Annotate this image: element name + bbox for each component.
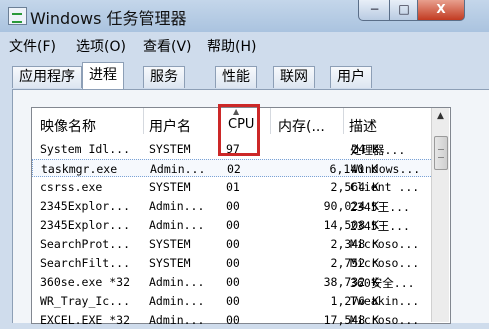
table-row[interactable]: SearchFilt... SYSTEM 00 2,752 K Microso... xyxy=(32,254,449,272)
process-name: SearchFilt... xyxy=(40,256,131,270)
menu-bar: 文件(F) 选项(O) 查看(V) 帮助(H) xyxy=(0,32,489,56)
column-divider[interactable] xyxy=(143,108,144,134)
process-cpu: 00 xyxy=(226,218,240,232)
process-cpu: 00 xyxy=(226,313,240,327)
process-user: Admin... xyxy=(149,313,205,327)
column-divider[interactable] xyxy=(343,108,344,134)
process-description: 2345王... xyxy=(350,219,410,233)
cpu-highlight-box xyxy=(218,104,260,156)
grip-icon xyxy=(438,149,444,158)
process-user: SYSTEM xyxy=(149,142,191,156)
process-name: WR_Tray_Ic... xyxy=(40,294,131,308)
table-row[interactable]: SearchProt... SYSTEM 00 2,348 K Microso... xyxy=(32,235,449,253)
process-user: Admin... xyxy=(149,294,205,308)
process-description: 处理器... xyxy=(350,143,406,157)
process-description: Microso... xyxy=(350,237,420,251)
process-user: Admin... xyxy=(149,275,205,289)
tab-performance[interactable]: 性能 xyxy=(215,66,257,88)
column-header-user-name[interactable]: 用户名 xyxy=(149,116,191,136)
menu-view[interactable]: 查看(V) xyxy=(143,36,192,56)
process-name: taskmgr.exe xyxy=(41,162,118,176)
process-name: csrss.exe xyxy=(40,180,103,194)
tab-applications[interactable]: 应用程序 xyxy=(12,66,82,88)
table-row[interactable]: WR_Tray_Ic... Admin... 00 1,276 K Tweakin... xyxy=(32,292,449,310)
table-row[interactable]: EXCEL.EXE *32 Admin... 00 17,548 K Microso..… xyxy=(32,311,449,329)
process-description: Microso... xyxy=(350,256,420,270)
process-cpu: 02 xyxy=(227,162,241,176)
table-row[interactable]: 2345Explor... Admin... 00 90,024 K 2345王... xyxy=(32,197,449,215)
maximize-button[interactable]: □ xyxy=(389,0,419,21)
process-description: 2345王... xyxy=(350,200,410,214)
column-header-memory[interactable]: 内存(... xyxy=(278,116,325,136)
process-cpu: 00 xyxy=(226,294,240,308)
process-description: 360安全... xyxy=(350,276,415,290)
process-name: 2345Explor... xyxy=(40,199,131,213)
process-name: EXCEL.EXE *32 xyxy=(40,313,131,327)
process-user: SYSTEM xyxy=(149,256,191,270)
scroll-thumb[interactable] xyxy=(434,136,448,170)
menu-file[interactable]: 文件(F) xyxy=(9,36,56,56)
process-name: 360se.exe *32 xyxy=(40,275,131,289)
process-description: Tweakin... xyxy=(350,294,420,308)
process-description: Microso... xyxy=(350,313,420,327)
process-name: SearchProt... xyxy=(40,237,131,251)
title-bar: Windows 任务管理器 − □ X xyxy=(0,0,489,32)
process-name: 2345Explor... xyxy=(40,218,131,232)
process-description: Windows... xyxy=(351,162,421,176)
process-cpu: 00 xyxy=(226,199,240,213)
process-cpu: 00 xyxy=(226,237,240,251)
process-user: Admin... xyxy=(149,199,205,213)
tab-processes[interactable]: 进程 xyxy=(82,62,124,89)
process-user: SYSTEM xyxy=(149,237,191,251)
menu-options[interactable]: 选项(O) xyxy=(76,36,126,56)
task-manager-icon xyxy=(8,7,27,25)
window-title: Windows 任务管理器 xyxy=(30,9,187,28)
column-header-image-name[interactable]: 映像名称 xyxy=(40,116,96,136)
table-row[interactable]: 360se.exe *32 Admin... 00 38,732 K 360安全... xyxy=(32,273,449,291)
tab-services[interactable]: 服务 xyxy=(143,66,185,88)
process-cpu: 00 xyxy=(226,256,240,270)
vertical-scrollbar[interactable]: ▲ xyxy=(431,108,449,322)
process-user: SYSTEM xyxy=(149,180,191,194)
process-cpu: 01 xyxy=(226,180,240,194)
process-name: System Idl... xyxy=(40,142,131,156)
process-user: Admin... xyxy=(150,162,206,176)
minimize-button[interactable]: − xyxy=(358,0,391,21)
table-row[interactable]: taskmgr.exe Admin... 02 6,140 K Windows... xyxy=(32,159,449,177)
table-row[interactable]: csrss.exe SYSTEM 01 2,564 K Client ... xyxy=(32,178,449,196)
column-divider[interactable] xyxy=(270,108,271,134)
process-description: Client ... xyxy=(350,180,420,194)
tab-users[interactable]: 用户 xyxy=(330,66,372,88)
column-header-description[interactable]: 描述 xyxy=(349,116,377,136)
scroll-up-arrow-icon[interactable]: ▲ xyxy=(432,108,449,125)
menu-help[interactable]: 帮助(H) xyxy=(207,36,256,56)
process-user: Admin... xyxy=(149,218,205,232)
close-button[interactable]: X xyxy=(417,0,465,21)
process-cpu: 00 xyxy=(226,275,240,289)
tab-networking[interactable]: 联网 xyxy=(273,66,315,88)
table-row[interactable]: 2345Explor... Admin... 00 14,508 K 2345王... xyxy=(32,216,449,234)
tab-strip: 应用程序 进程 服务 性能 联网 用户 xyxy=(0,60,489,90)
